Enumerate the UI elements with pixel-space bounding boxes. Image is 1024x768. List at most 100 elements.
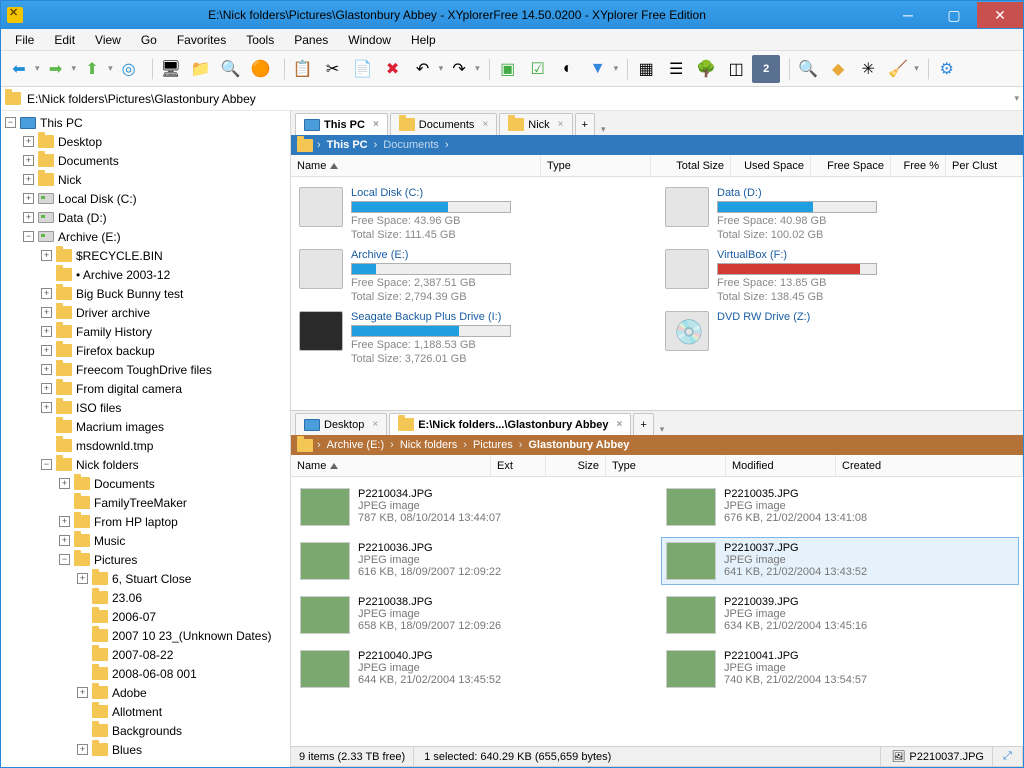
tree-item[interactable]: +Nick bbox=[1, 170, 290, 189]
bottom-breadcrumb[interactable]: › Archive (E:)› Nick folders› Pictures› … bbox=[291, 435, 1023, 455]
find-button[interactable]: 🔍 bbox=[794, 55, 822, 83]
crumb-documents[interactable]: Documents bbox=[381, 139, 441, 151]
back-button[interactable]: ⬅ bbox=[5, 55, 33, 83]
menu-help[interactable]: Help bbox=[403, 31, 444, 49]
menu-window[interactable]: Window bbox=[340, 31, 399, 49]
expander-icon[interactable]: + bbox=[41, 326, 52, 337]
top-column-header[interactable]: Name Type Total Size Used Space Free Spa… bbox=[291, 155, 1023, 177]
folder-tree[interactable]: −This PC+Desktop+Documents+Nick+Local Di… bbox=[1, 111, 291, 767]
expander-icon[interactable]: + bbox=[59, 516, 70, 527]
address-bar[interactable]: E:\Nick folders\Pictures\Glastonbury Abb… bbox=[1, 87, 1023, 111]
expander-icon[interactable] bbox=[77, 611, 88, 622]
expander-icon[interactable]: − bbox=[41, 459, 52, 470]
tab[interactable]: This PC× bbox=[295, 113, 388, 135]
file-item[interactable]: P2210041.JPGJPEG image740 KB, 21/02/2004… bbox=[661, 645, 1019, 693]
file-item[interactable]: P2210037.JPGJPEG image641 KB, 21/02/2004… bbox=[661, 537, 1019, 585]
tree-item[interactable]: 2007 10 23_(Unknown Dates) bbox=[1, 626, 290, 645]
expander-icon[interactable]: + bbox=[77, 687, 88, 698]
tree-item[interactable]: +Data (D:) bbox=[1, 208, 290, 227]
tree-item[interactable]: 2008-06-08 001 bbox=[1, 664, 290, 683]
crumb-glastonbury[interactable]: Glastonbury Abbey bbox=[526, 439, 631, 451]
tree-item[interactable]: −Archive (E:) bbox=[1, 227, 290, 246]
tab-close-icon[interactable]: × bbox=[558, 119, 564, 130]
expander-icon[interactable]: + bbox=[23, 212, 34, 223]
search-button[interactable]: 🔍 bbox=[217, 55, 245, 83]
new-folder-button[interactable]: 📁 bbox=[187, 55, 215, 83]
tree-item[interactable]: +Music bbox=[1, 531, 290, 550]
target-button[interactable]: ◎ bbox=[115, 55, 143, 83]
tree-item[interactable]: +Desktop bbox=[1, 132, 290, 151]
tab[interactable]: Nick× bbox=[499, 113, 572, 135]
expander-icon[interactable]: − bbox=[23, 231, 34, 242]
tab[interactable]: Desktop× bbox=[295, 413, 387, 435]
tree-item[interactable]: +Documents bbox=[1, 474, 290, 493]
file-item[interactable]: P2210035.JPGJPEG image676 KB, 21/02/2004… bbox=[661, 483, 1019, 531]
drive-card[interactable]: Data (D:)Free Space: 40.98 GBTotal Size:… bbox=[665, 187, 1015, 241]
computer-icon[interactable]: 🖥 bbox=[157, 55, 185, 83]
drive-card[interactable]: DVD RW Drive (Z:) bbox=[665, 311, 1015, 365]
expander-icon[interactable]: + bbox=[41, 383, 52, 394]
drive-card[interactable]: VirtualBox (F:)Free Space: 13.85 GBTotal… bbox=[665, 249, 1015, 303]
copy-button[interactable]: 📋 bbox=[289, 55, 317, 83]
crumb-pictures[interactable]: Pictures bbox=[471, 439, 515, 451]
paste-button[interactable]: 📄 bbox=[349, 55, 377, 83]
drive-card[interactable]: Local Disk (C:)Free Space: 43.96 GBTotal… bbox=[299, 187, 649, 241]
check-button[interactable]: ☑ bbox=[524, 55, 552, 83]
close-button[interactable]: ✕ bbox=[977, 2, 1023, 28]
expander-icon[interactable]: − bbox=[59, 554, 70, 565]
tree-item[interactable]: +Adobe bbox=[1, 683, 290, 702]
cut-button[interactable]: ✂ bbox=[319, 55, 347, 83]
tree-item[interactable]: +Local Disk (C:) bbox=[1, 189, 290, 208]
view-details-button[interactable]: ☰ bbox=[662, 55, 690, 83]
expander-icon[interactable]: + bbox=[41, 364, 52, 375]
expander-icon[interactable]: + bbox=[41, 307, 52, 318]
tree-item[interactable]: +ISO files bbox=[1, 398, 290, 417]
tab-close-icon[interactable]: × bbox=[482, 119, 488, 130]
expander-icon[interactable] bbox=[77, 592, 88, 603]
drive-card[interactable]: Seagate Backup Plus Drive (I:)Free Space… bbox=[299, 311, 649, 365]
menu-panes[interactable]: Panes bbox=[286, 31, 336, 49]
crumb-this-pc[interactable]: This PC bbox=[325, 139, 370, 151]
expander-icon[interactable]: + bbox=[41, 250, 52, 261]
expander-icon[interactable]: + bbox=[77, 744, 88, 755]
panes-button[interactable]: ◫ bbox=[722, 55, 750, 83]
view-large-button[interactable]: ▦ bbox=[632, 55, 660, 83]
tree-item[interactable]: Macrium images bbox=[1, 417, 290, 436]
tree-item[interactable]: 23.06 bbox=[1, 588, 290, 607]
expander-icon[interactable] bbox=[77, 630, 88, 641]
expander-icon[interactable] bbox=[41, 421, 52, 432]
tab[interactable]: E:\Nick folders...\Glastonbury Abbey× bbox=[389, 413, 631, 435]
new-tab-button[interactable]: + bbox=[575, 113, 595, 135]
tree-item[interactable]: −Pictures bbox=[1, 550, 290, 569]
expander-icon[interactable] bbox=[77, 668, 88, 679]
tree-item[interactable]: • Archive 2003-12 bbox=[1, 265, 290, 284]
menu-go[interactable]: Go bbox=[133, 31, 165, 49]
expander-icon[interactable]: + bbox=[23, 193, 34, 204]
drive-card[interactable]: Archive (E:)Free Space: 2,387.51 GBTotal… bbox=[299, 249, 649, 303]
color-icon[interactable]: ✳ bbox=[854, 55, 882, 83]
expander-icon[interactable]: + bbox=[59, 535, 70, 546]
expander-icon[interactable]: + bbox=[41, 288, 52, 299]
top-breadcrumb[interactable]: › This PC › Documents › bbox=[291, 135, 1023, 155]
file-item[interactable]: P2210038.JPGJPEG image658 KB, 18/09/2007… bbox=[295, 591, 653, 639]
menu-file[interactable]: File bbox=[7, 31, 42, 49]
filter-button[interactable]: ▼ bbox=[584, 55, 612, 83]
menu-edit[interactable]: Edit bbox=[46, 31, 83, 49]
new-tab-button[interactable]: + bbox=[633, 413, 653, 435]
tree-item[interactable]: −Nick folders bbox=[1, 455, 290, 474]
undo-button[interactable]: ↶ bbox=[409, 55, 437, 83]
tree-item[interactable]: +Blues bbox=[1, 740, 290, 759]
expander-icon[interactable]: + bbox=[23, 155, 34, 166]
expander-icon[interactable]: + bbox=[41, 345, 52, 356]
tree-item[interactable]: +Family History bbox=[1, 322, 290, 341]
tree-item[interactable]: +$RECYCLE.BIN bbox=[1, 246, 290, 265]
delete-button[interactable]: ✖ bbox=[379, 55, 407, 83]
expander-icon[interactable]: − bbox=[5, 117, 16, 128]
expander-icon[interactable] bbox=[59, 497, 70, 508]
select-button[interactable]: ▣ bbox=[494, 55, 522, 83]
tree-icon[interactable]: 🌳 bbox=[692, 55, 720, 83]
tree-item[interactable]: msdownld.tmp bbox=[1, 436, 290, 455]
tree-item[interactable]: 2007-08-22 bbox=[1, 645, 290, 664]
tree-item[interactable]: +Big Buck Bunny test bbox=[1, 284, 290, 303]
tree-item[interactable]: +6, Stuart Close bbox=[1, 569, 290, 588]
